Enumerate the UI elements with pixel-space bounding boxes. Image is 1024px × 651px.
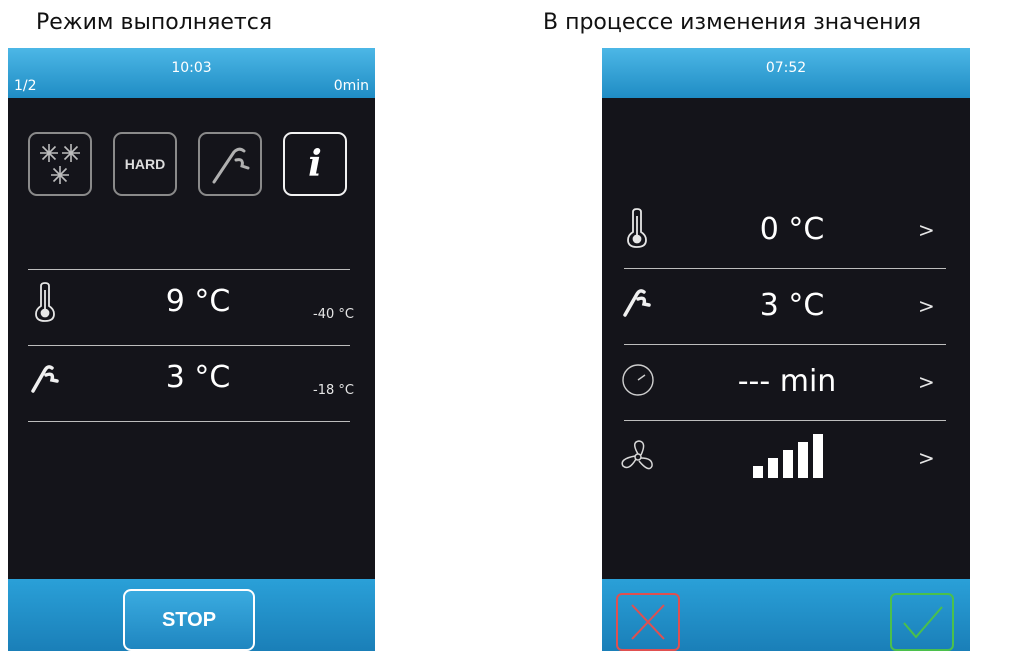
probe-temperature: 3 °C: [165, 360, 231, 395]
snowflakes-icon: [40, 144, 80, 184]
probe-temperature-setting: 3 °C: [759, 288, 825, 323]
fan-speed-level-icon: [753, 434, 823, 478]
chevron-right-icon[interactable]: >: [918, 218, 935, 242]
header-bar: 1/2 10:03 0min: [8, 48, 375, 98]
header-bar: 07:52: [602, 48, 970, 98]
divider: [28, 269, 350, 270]
cabinet-temperature: 9 °C: [165, 284, 231, 319]
divider: [624, 344, 946, 345]
screen-running: 1/2 10:03 0min HARD i 9 °C -40 °C 3 °C -…: [8, 48, 375, 651]
clock-icon: [622, 364, 654, 396]
hard-label: HARD: [124, 156, 166, 172]
caption-editing: В процессе изменения значения: [543, 10, 922, 35]
remaining-time: 0min: [333, 78, 369, 94]
check-icon: [903, 606, 943, 639]
probe-mode-button[interactable]: [198, 132, 262, 196]
stop-button[interactable]: STOP: [123, 589, 255, 651]
fan-icon: [621, 440, 653, 470]
hard-mode-button[interactable]: HARD: [113, 132, 177, 196]
confirm-button[interactable]: [890, 593, 954, 651]
chevron-right-icon[interactable]: >: [918, 370, 935, 394]
thermometer-icon: [627, 208, 647, 248]
cabinet-temperature-setting: 0 °C: [759, 212, 825, 247]
divider: [28, 421, 350, 422]
probe-icon: [212, 147, 250, 184]
thermometer-icon: [35, 282, 55, 322]
clock-time: 10:03: [171, 60, 212, 76]
info-mode-button[interactable]: i: [283, 132, 347, 196]
info-icon: i: [308, 143, 322, 185]
chevron-right-icon[interactable]: >: [918, 294, 935, 318]
chevron-right-icon[interactable]: >: [918, 446, 935, 470]
footer-bar: STOP: [8, 579, 375, 651]
probe-icon: [623, 289, 651, 317]
divider: [624, 420, 946, 421]
snowflakes-mode-button[interactable]: [28, 132, 92, 196]
time-setting: --- min: [737, 364, 837, 399]
probe-setpoint: -18 °C: [313, 383, 354, 398]
x-icon: [631, 604, 665, 640]
cabinet-setpoint: -40 °C: [313, 307, 354, 322]
footer-bar: [602, 579, 970, 651]
clock-time: 07:52: [765, 60, 807, 76]
cancel-button[interactable]: [616, 593, 680, 651]
divider: [28, 345, 350, 346]
caption-running: Режим выполняется: [36, 10, 273, 35]
divider: [624, 268, 946, 269]
page-indicator: 1/2: [14, 78, 37, 94]
screen-editing: 07:52 0 °C > 3 °C > --- min > >: [602, 48, 970, 651]
probe-icon: [31, 365, 59, 393]
